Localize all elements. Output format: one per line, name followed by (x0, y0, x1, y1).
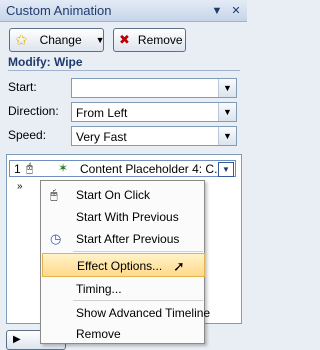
menu-item-start-on-click[interactable]: 🖰 Start On Click (42, 183, 203, 205)
item-name: Content Placeholder 4: C... (80, 162, 225, 176)
menu-item-remove[interactable]: Remove (42, 322, 203, 344)
menu-item-label: Remove (76, 327, 121, 341)
cursor-icon: ➚ (173, 258, 185, 274)
divider (8, 70, 240, 71)
menu-item-show-advanced-timeline[interactable]: Show Advanced Timeline (42, 301, 210, 323)
chevron-down-icon: ▼ (95, 35, 105, 45)
close-icon[interactable]: ✕ (229, 4, 243, 18)
remove-star-icon: ✖ (119, 32, 130, 47)
change-button[interactable]: ✩ Change ▼ (9, 28, 105, 52)
effect-star-icon: ✶ (58, 161, 69, 175)
menu-item-effect-options[interactable]: Effect Options... ➚ (42, 253, 205, 277)
menu-item-label: Show Advanced Timeline (76, 306, 211, 320)
remove-button[interactable]: ✖ Remove (113, 28, 186, 52)
direction-select[interactable]: From Left ▼ (71, 102, 237, 122)
menu-item-label: Timing... (76, 282, 122, 296)
start-label: Start: (8, 80, 37, 94)
chevron-down-icon: ▼ (218, 79, 236, 97)
menu-item-label: Start With Previous (76, 210, 179, 224)
menu-item-label: Effect Options... (77, 259, 163, 273)
animation-list-item[interactable]: 1 🖰 ✶ Content Placeholder 4: C... ▼ (9, 160, 236, 177)
play-icon: ▶ (13, 334, 21, 345)
context-menu: 🖰 Start On Click Start With Previous ◷ S… (40, 180, 210, 344)
panel-title: Custom Animation (6, 3, 112, 18)
direction-value: From Left (76, 106, 128, 120)
chevron-down-icon: ▼ (218, 103, 236, 121)
star-icon: ✩ (15, 32, 28, 49)
speed-select[interactable]: Very Fast ▼ (71, 126, 237, 146)
menu-item-label: Start On Click (76, 188, 151, 202)
menu-item-label: Start After Previous (76, 232, 180, 246)
mouse-icon: 🖰 (26, 161, 34, 175)
chevron-down-icon: ▼ (218, 127, 236, 145)
menu-item-start-with-previous[interactable]: Start With Previous (42, 205, 203, 227)
change-button-label: Change (39, 33, 82, 47)
direction-label: Direction: (8, 104, 59, 118)
clock-icon: ◷ (50, 231, 62, 246)
start-select[interactable]: ▼ (71, 78, 237, 98)
speed-value: Very Fast (76, 130, 127, 144)
menu-item-start-after-previous[interactable]: ◷ Start After Previous (42, 227, 203, 249)
chevron-down-icon[interactable]: ▼ (218, 162, 234, 177)
dropdown-arrow-icon[interactable]: ▼ (210, 4, 224, 18)
remove-button-label: Remove (137, 33, 183, 47)
title-bar: Custom Animation ▼ ✕ (0, 0, 247, 22)
expand-chevron-icon[interactable]: » (17, 181, 23, 192)
item-number: 1 (14, 162, 21, 176)
menu-item-timing[interactable]: Timing... (42, 277, 203, 299)
mouse-icon: 🖰 (50, 187, 58, 202)
speed-label: Speed: (8, 128, 47, 142)
menu-separator (73, 251, 203, 252)
section-title: Modify: Wipe (8, 55, 83, 69)
